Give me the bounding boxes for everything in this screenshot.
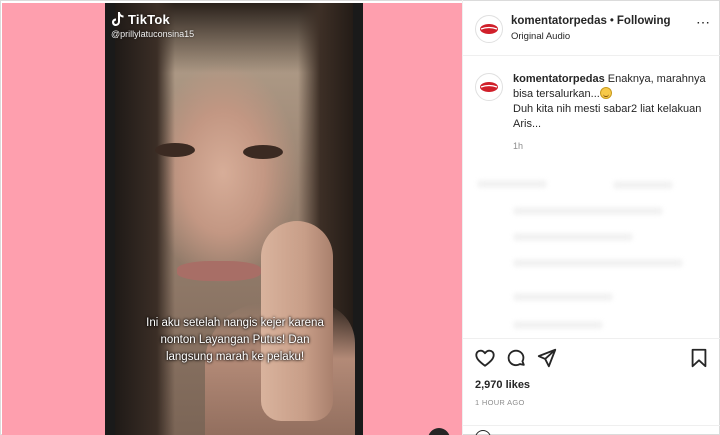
comment-text-2: Duh kita nih mesti sabar2 liat kelakuan …	[513, 103, 702, 130]
comments-section: komentatorpedas Enaknya, marahnya bisa t…	[463, 57, 720, 337]
comment-username[interactable]: komentatorpedas	[513, 73, 605, 85]
post-header: komentatorpedas • Following Original Audio…	[463, 0, 720, 56]
mute-button[interactable]	[428, 428, 450, 435]
share-icon[interactable]	[536, 347, 558, 369]
comment-icon[interactable]	[505, 347, 527, 369]
avatar-lips-icon	[477, 75, 501, 99]
more-horizontal-icon[interactable]: ⋯	[696, 14, 711, 31]
post-media[interactable]: TikTok @prillylatuconsina15 Ini aku sete…	[2, 3, 462, 435]
post-sidebar: komentatorpedas • Following Original Audio…	[462, 0, 720, 435]
comment-avatar[interactable]	[475, 73, 503, 101]
video-player[interactable]: TikTok @prillylatuconsina15 Ini aku sete…	[105, 3, 363, 435]
header-user-line: komentatorpedas • Following	[511, 15, 671, 27]
audio-link[interactable]: Original Audio	[511, 31, 570, 42]
add-comment-row[interactable]	[463, 425, 720, 435]
header-username[interactable]: komentatorpedas	[511, 15, 607, 27]
caption-comment: komentatorpedas Enaknya, marahnya bisa t…	[513, 72, 709, 132]
video-frame	[115, 3, 355, 435]
separator-dot: •	[609, 15, 614, 27]
tiktok-watermark: TikTok @prillylatuconsina15	[111, 11, 195, 40]
post-actions: 2,970 likes 1 HOUR AGO	[463, 338, 720, 435]
tiktok-handle: @prillylatuconsina15	[111, 29, 195, 39]
heart-icon[interactable]	[474, 347, 496, 369]
tiktok-brand: TikTok	[128, 11, 170, 27]
tiktok-icon	[112, 12, 124, 26]
avatar-lips-icon	[477, 17, 501, 41]
grinning-sweat-emoji-icon	[599, 87, 612, 99]
following-button[interactable]: Following	[617, 15, 671, 27]
likes-count[interactable]: 2,970 likes	[475, 379, 530, 391]
avatar[interactable]	[475, 15, 503, 43]
bookmark-icon[interactable]	[688, 347, 710, 369]
comment-time: 1h	[513, 141, 524, 151]
video-caption: Ini aku setelah nangis kejer karena nont…	[146, 317, 324, 363]
post-timestamp: 1 HOUR AGO	[475, 398, 525, 407]
emoji-picker-icon[interactable]	[475, 430, 491, 435]
